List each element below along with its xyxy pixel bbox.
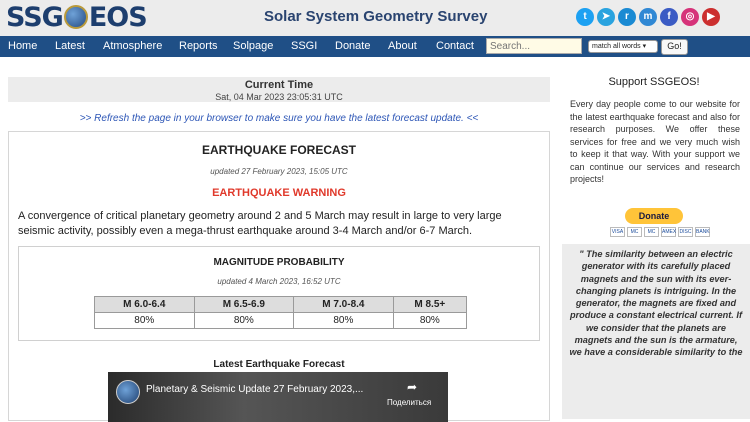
quote-text: " The similarity between an electric gen… xyxy=(569,249,743,358)
donate-button[interactable]: Donate xyxy=(625,208,683,224)
nav-item-latest[interactable]: Latest xyxy=(55,40,85,52)
earthquake-forecast-panel: EARTHQUAKE FORECAST updated 27 February … xyxy=(8,131,550,422)
logo-text-start: SSG xyxy=(6,2,64,33)
magnitude-value-cell: 80% xyxy=(193,312,295,329)
nav-item-home[interactable]: Home xyxy=(8,40,37,52)
payment-card-icon: AMEX xyxy=(661,227,677,237)
social-links: t ➤ r m f ◎ ▶ xyxy=(576,8,720,26)
site-title: Solar System Geometry Survey xyxy=(264,8,488,25)
magnitude-value-cell: 80% xyxy=(94,312,195,329)
magnitude-value-row: 80% 80% 80% 80% xyxy=(94,312,468,329)
magnitude-value-cell: 80% xyxy=(392,312,468,329)
nav-item-ssgi[interactable]: SSGI xyxy=(291,40,317,52)
search-go-button[interactable]: Go! xyxy=(661,39,688,55)
globe-icon xyxy=(63,5,88,29)
nav-item-contact[interactable]: Contact xyxy=(436,40,474,52)
support-text: Every day people come to our website for… xyxy=(570,99,740,184)
payment-card-icon: BANK xyxy=(695,227,710,237)
current-time-box: Current Time Sat, 04 Mar 2023 23:05:31 U… xyxy=(8,77,550,102)
magnitude-header-cell: M 8.5+ xyxy=(392,296,468,313)
channel-avatar[interactable] xyxy=(116,380,140,404)
refresh-notice: >> Refresh the page in your browser to m… xyxy=(79,113,479,124)
magnitude-header-cell: M 7.0-8.4 xyxy=(293,296,394,313)
instagram-icon[interactable]: ◎ xyxy=(681,8,699,26)
site-logo[interactable]: SSG EOS xyxy=(6,2,148,33)
search-input[interactable] xyxy=(486,38,582,54)
magnitude-updated: updated 4 March 2023, 16:52 UTC xyxy=(217,277,341,286)
support-title: Support SSGEOS! xyxy=(608,76,700,88)
payment-cards: VISA MC MC AMEX DISC BANK xyxy=(610,227,710,237)
search-mode-select[interactable]: match all words ▾ xyxy=(588,40,658,53)
magnitude-table: M 6.0-6.4 M 6.5-6.9 M 7.0-8.4 M 8.5+ 80%… xyxy=(94,296,468,329)
nav-item-solpage[interactable]: Solpage xyxy=(233,40,273,52)
latest-forecast-label: Latest Earthquake Forecast xyxy=(213,359,345,370)
search-mode-value: match all words xyxy=(592,43,641,50)
video-embed[interactable]: Planetary & Seismic Update 27 February 2… xyxy=(108,372,448,422)
payment-card-icon: DISC xyxy=(678,227,693,237)
payment-card-icon: MC xyxy=(644,227,659,237)
magnitude-value-cell: 80% xyxy=(293,312,394,329)
current-time-value: Sat, 04 Mar 2023 23:05:31 UTC xyxy=(215,92,343,102)
nav-item-reports[interactable]: Reports xyxy=(179,40,218,52)
magnitude-header-cell: M 6.5-6.9 xyxy=(193,296,295,313)
video-title[interactable]: Planetary & Seismic Update 27 February 2… xyxy=(146,384,363,395)
forecast-text: A convergence of critical planetary geom… xyxy=(18,210,502,237)
reddit-icon[interactable]: r xyxy=(618,8,636,26)
nav-item-donate[interactable]: Donate xyxy=(335,40,370,52)
nav-item-atmosphere[interactable]: Atmosphere xyxy=(103,40,162,52)
magnitude-probability-box: MAGNITUDE PROBABILITY updated 4 March 20… xyxy=(18,246,540,341)
facebook-icon[interactable]: f xyxy=(660,8,678,26)
magnitude-header-row: M 6.0-6.4 M 6.5-6.9 M 7.0-8.4 M 8.5+ xyxy=(94,296,468,313)
share-label[interactable]: Поделиться xyxy=(387,398,431,407)
site-header: SSG EOS Solar System Geometry Survey t ➤ r m… xyxy=(0,0,750,36)
magnitude-header-cell: M 6.0-6.4 xyxy=(94,296,195,313)
telegram-icon[interactable]: ➤ xyxy=(597,8,615,26)
payment-card-icon: MC xyxy=(627,227,642,237)
current-time-label: Current Time xyxy=(244,79,314,91)
logo-text-end: EOS xyxy=(88,2,148,33)
payment-card-icon: VISA xyxy=(610,227,625,237)
quote-box: " The similarity between an electric gen… xyxy=(562,244,750,419)
forecast-title: EARTHQUAKE FORECAST xyxy=(201,143,356,157)
earthquake-warning: EARTHQUAKE WARNING xyxy=(212,187,346,199)
twitter-icon[interactable]: t xyxy=(576,8,594,26)
chevron-down-icon: ▾ xyxy=(642,43,647,50)
magnitude-title: MAGNITUDE PROBABILITY xyxy=(213,257,345,268)
youtube-icon[interactable]: ▶ xyxy=(702,8,720,26)
mastodon-icon[interactable]: m xyxy=(639,8,657,26)
forecast-updated: updated 27 February 2023, 15:05 UTC xyxy=(210,167,348,176)
nav-item-about[interactable]: About xyxy=(388,40,417,52)
share-icon[interactable]: ➦ xyxy=(407,380,417,394)
